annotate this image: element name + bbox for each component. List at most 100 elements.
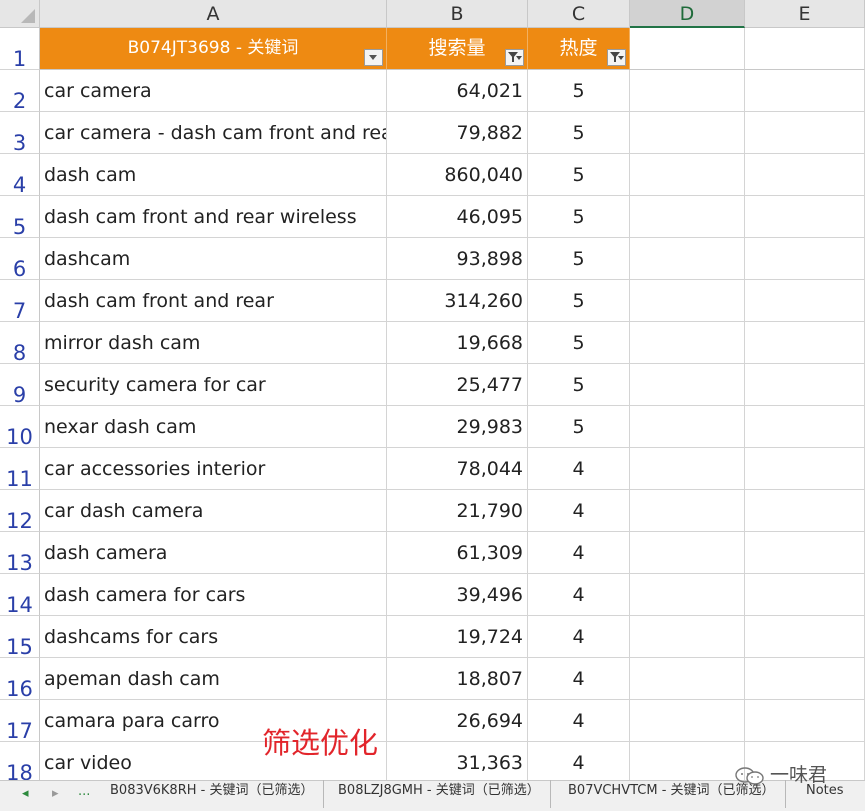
column-header-c[interactable]: C <box>528 0 630 28</box>
row-header[interactable]: 5 <box>0 196 40 239</box>
row-header[interactable]: 9 <box>0 364 40 407</box>
keyword-cell[interactable]: car accessories interior <box>40 448 387 490</box>
row-header[interactable]: 14 <box>0 574 40 617</box>
search-volume-cell[interactable]: 18,807 <box>387 658 528 700</box>
cell[interactable] <box>630 658 745 700</box>
search-volume-cell[interactable]: 19,724 <box>387 616 528 658</box>
cell[interactable] <box>630 364 745 406</box>
keyword-cell[interactable]: security camera for car <box>40 364 387 406</box>
row-header[interactable]: 1 <box>0 28 40 71</box>
row-header[interactable]: 17 <box>0 700 40 743</box>
cell[interactable] <box>630 322 745 364</box>
row-header[interactable]: 4 <box>0 154 40 197</box>
cell[interactable] <box>745 322 865 364</box>
keyword-cell[interactable]: car camera - dash cam front and rear <box>40 112 387 154</box>
column-header-e[interactable]: E <box>745 0 865 28</box>
search-volume-cell[interactable]: 860,040 <box>387 154 528 196</box>
sheet-tab[interactable]: B08LZJ8GMH - 关键词（已筛选） <box>328 780 551 808</box>
search-volume-cell[interactable]: 78,044 <box>387 448 528 490</box>
filter-active-icon[interactable] <box>505 49 524 66</box>
cell[interactable] <box>745 700 865 742</box>
heat-cell[interactable]: 4 <box>528 616 630 658</box>
row-header[interactable]: 15 <box>0 616 40 659</box>
keyword-cell[interactable]: apeman dash cam <box>40 658 387 700</box>
cell[interactable] <box>745 574 865 616</box>
row-header[interactable]: 10 <box>0 406 40 449</box>
cell[interactable] <box>745 28 865 70</box>
cell[interactable] <box>630 532 745 574</box>
cell[interactable] <box>630 742 745 784</box>
search-volume-cell[interactable]: 314,260 <box>387 280 528 322</box>
cell[interactable] <box>745 490 865 532</box>
heat-cell[interactable]: 5 <box>528 322 630 364</box>
heat-cell[interactable]: 5 <box>528 196 630 238</box>
keyword-cell[interactable]: dashcam <box>40 238 387 280</box>
cell[interactable] <box>630 490 745 532</box>
heat-cell[interactable]: 4 <box>528 658 630 700</box>
header-cell-keyword[interactable]: B074JT3698 - 关键词 <box>40 28 387 70</box>
keyword-cell[interactable]: car camera <box>40 70 387 112</box>
heat-cell[interactable]: 5 <box>528 112 630 154</box>
search-volume-cell[interactable]: 64,021 <box>387 70 528 112</box>
row-header[interactable]: 7 <box>0 280 40 323</box>
search-volume-cell[interactable]: 39,496 <box>387 574 528 616</box>
search-volume-cell[interactable]: 25,477 <box>387 364 528 406</box>
search-volume-cell[interactable]: 79,882 <box>387 112 528 154</box>
cell[interactable] <box>630 280 745 322</box>
row-header[interactable]: 13 <box>0 532 40 575</box>
row-header[interactable]: 12 <box>0 490 40 533</box>
search-volume-cell[interactable]: 29,983 <box>387 406 528 448</box>
row-header[interactable]: 8 <box>0 322 40 365</box>
heat-cell[interactable]: 4 <box>528 742 630 784</box>
keyword-cell[interactable]: dash camera <box>40 532 387 574</box>
column-header-b[interactable]: B <box>387 0 528 28</box>
search-volume-cell[interactable]: 46,095 <box>387 196 528 238</box>
cell[interactable] <box>745 448 865 490</box>
search-volume-cell[interactable]: 19,668 <box>387 322 528 364</box>
search-volume-cell[interactable]: 93,898 <box>387 238 528 280</box>
cell[interactable] <box>745 70 865 112</box>
row-header[interactable]: 16 <box>0 658 40 701</box>
heat-cell[interactable]: 5 <box>528 238 630 280</box>
cell[interactable] <box>630 196 745 238</box>
keyword-cell[interactable]: dash cam front and rear wireless <box>40 196 387 238</box>
header-cell-volume[interactable]: 搜索量 <box>387 28 528 70</box>
column-header-d[interactable]: D <box>630 0 745 28</box>
heat-cell[interactable]: 4 <box>528 574 630 616</box>
search-volume-cell[interactable]: 21,790 <box>387 490 528 532</box>
search-volume-cell[interactable]: 61,309 <box>387 532 528 574</box>
heat-cell[interactable]: 5 <box>528 154 630 196</box>
cell[interactable] <box>745 658 865 700</box>
cell[interactable] <box>630 154 745 196</box>
cell[interactable] <box>630 238 745 280</box>
keyword-cell[interactable]: car dash camera <box>40 490 387 532</box>
cell[interactable] <box>630 448 745 490</box>
cell[interactable] <box>745 154 865 196</box>
search-volume-cell[interactable]: 31,363 <box>387 742 528 784</box>
keyword-cell[interactable]: mirror dash cam <box>40 322 387 364</box>
header-cell-heat[interactable]: 热度 <box>528 28 630 70</box>
heat-cell[interactable]: 5 <box>528 406 630 448</box>
row-header[interactable]: 3 <box>0 112 40 155</box>
search-volume-cell[interactable]: 26,694 <box>387 700 528 742</box>
row-header[interactable]: 6 <box>0 238 40 281</box>
heat-cell[interactable]: 5 <box>528 364 630 406</box>
sheet-tab[interactable]: B083V6K8RH - 关键词（已筛选） <box>100 780 325 808</box>
keyword-cell[interactable]: dash cam front and rear <box>40 280 387 322</box>
cell[interactable] <box>745 532 865 574</box>
keyword-cell[interactable]: dashcams for cars <box>40 616 387 658</box>
column-header-a[interactable]: A <box>40 0 387 28</box>
keyword-cell[interactable]: dash cam <box>40 154 387 196</box>
heat-cell[interactable]: 4 <box>528 532 630 574</box>
cell[interactable] <box>745 238 865 280</box>
cell[interactable] <box>745 280 865 322</box>
cell[interactable] <box>630 112 745 154</box>
cell[interactable] <box>745 616 865 658</box>
cell[interactable] <box>630 406 745 448</box>
heat-cell[interactable]: 4 <box>528 448 630 490</box>
filter-active-icon[interactable] <box>607 49 626 66</box>
cell[interactable] <box>630 700 745 742</box>
heat-cell[interactable]: 4 <box>528 700 630 742</box>
heat-cell[interactable]: 5 <box>528 70 630 112</box>
tab-next-icon[interactable]: ▸ <box>52 786 59 801</box>
